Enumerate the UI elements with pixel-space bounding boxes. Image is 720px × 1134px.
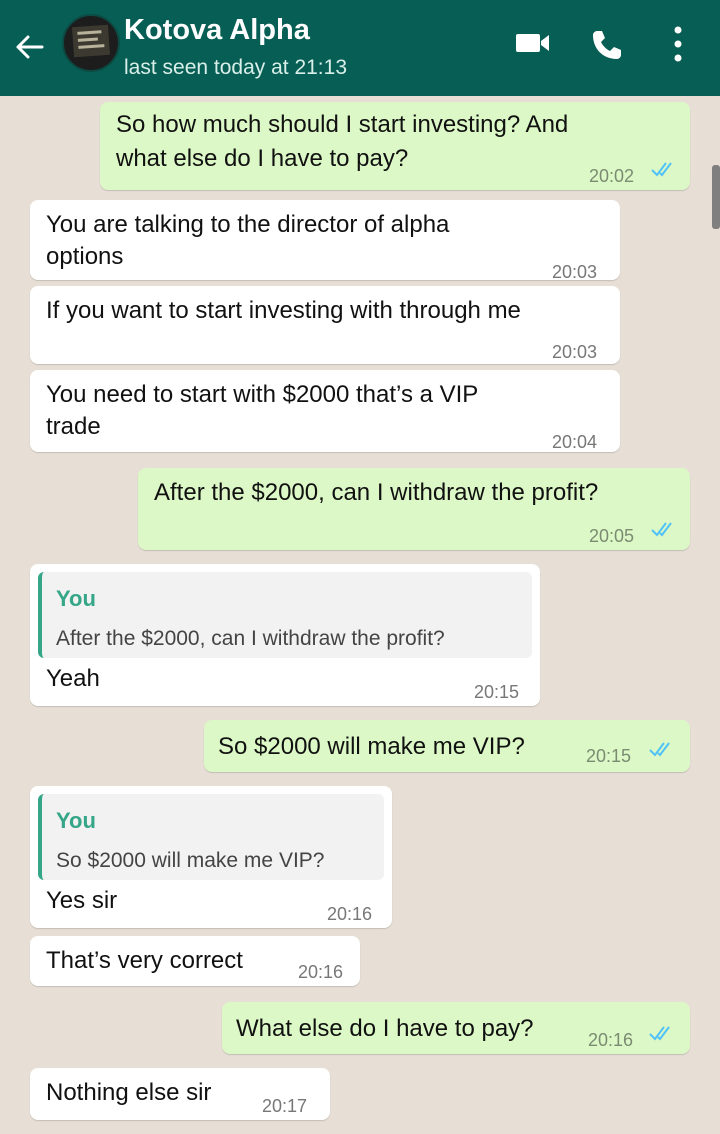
quoted-message[interactable]: You After the $2000, can I withdraw the … — [38, 572, 532, 658]
message-time: 20:15 — [474, 682, 520, 702]
message-text-line: trade — [46, 413, 101, 440]
message-time: 20:17 — [262, 1096, 308, 1116]
message-text-line: That’s very correct — [46, 947, 243, 974]
message-text-line: If you want to start investing with thro… — [46, 297, 521, 324]
message-incoming[interactable]: If you want to start investing with thro… — [30, 286, 620, 364]
chat-scrollbar[interactable] — [712, 165, 720, 229]
message-time: 20:03 — [552, 262, 598, 282]
message-text-line: what else do I have to pay? — [116, 145, 409, 172]
message-time: 20:16 — [298, 962, 344, 982]
quoted-text: So $2000 will make me VIP? — [56, 849, 325, 872]
message-incoming[interactable]: You are talking to the director of alpha… — [30, 200, 620, 282]
message-time: 20:04 — [552, 432, 598, 452]
more-options-icon[interactable] — [669, 24, 687, 64]
message-text-line: Nothing else sir — [46, 1079, 212, 1106]
quoted-text: After the $2000, can I withdraw the prof… — [56, 627, 445, 650]
message-time: 20:02 — [589, 166, 635, 186]
read-receipt-icon — [651, 162, 672, 177]
read-receipt-icon — [649, 1026, 670, 1041]
avatar[interactable] — [62, 14, 120, 72]
message-incoming[interactable]: You need to start with $2000 that’s a VI… — [30, 370, 620, 452]
message-outgoing[interactable]: So how much should I start investing? An… — [100, 102, 690, 190]
message-time: 20:05 — [589, 526, 635, 546]
message-incoming-reply[interactable]: You So $2000 will make me VIP? Yes sir 2… — [30, 786, 392, 928]
message-outgoing[interactable]: So $2000 will make me VIP? 20:15 — [204, 720, 690, 772]
message-list[interactable]: So how much should I start investing? An… — [0, 96, 720, 1134]
quoted-author: You — [56, 808, 96, 833]
message-text-line: So $2000 will make me VIP? — [218, 733, 525, 760]
message-text-line: You are talking to the director of alpha — [46, 211, 450, 238]
message-time: 20:16 — [327, 904, 373, 924]
message-incoming[interactable]: Nothing else sir 20:17 — [30, 1068, 330, 1120]
message-text-line: After the $2000, can I withdraw the prof… — [154, 479, 599, 506]
message-outgoing[interactable]: After the $2000, can I withdraw the prof… — [138, 468, 690, 550]
message-time: 20:16 — [588, 1030, 634, 1050]
message-incoming-reply[interactable]: You After the $2000, can I withdraw the … — [30, 564, 540, 706]
read-receipt-icon — [651, 522, 672, 537]
quoted-message[interactable]: You So $2000 will make me VIP? — [38, 794, 384, 880]
message-text-line: So how much should I start investing? An… — [116, 111, 569, 138]
video-call-icon[interactable] — [514, 28, 552, 58]
message-text-line: What else do I have to pay? — [236, 1015, 534, 1042]
message-time: 20:15 — [586, 746, 632, 766]
message-text-line: You need to start with $2000 that’s a VI… — [46, 381, 479, 408]
chat-header: Kotova Alpha last seen today at 21:13 — [0, 0, 720, 96]
message-text-line: Yes sir — [46, 887, 118, 914]
message-text-line: options — [46, 243, 124, 270]
message-text-line: Yeah — [46, 665, 100, 692]
contact-name[interactable]: Kotova Alpha — [124, 14, 310, 47]
voice-call-icon[interactable] — [590, 28, 624, 62]
quoted-author: You — [56, 586, 96, 611]
message-incoming[interactable]: That’s very correct 20:16 — [30, 936, 360, 986]
last-seen-status: last seen today at 21:13 — [124, 56, 347, 79]
message-time: 20:03 — [552, 342, 598, 362]
read-receipt-icon — [649, 742, 670, 757]
back-arrow-icon[interactable] — [12, 30, 46, 64]
message-outgoing[interactable]: What else do I have to pay? 20:16 — [222, 1002, 690, 1054]
